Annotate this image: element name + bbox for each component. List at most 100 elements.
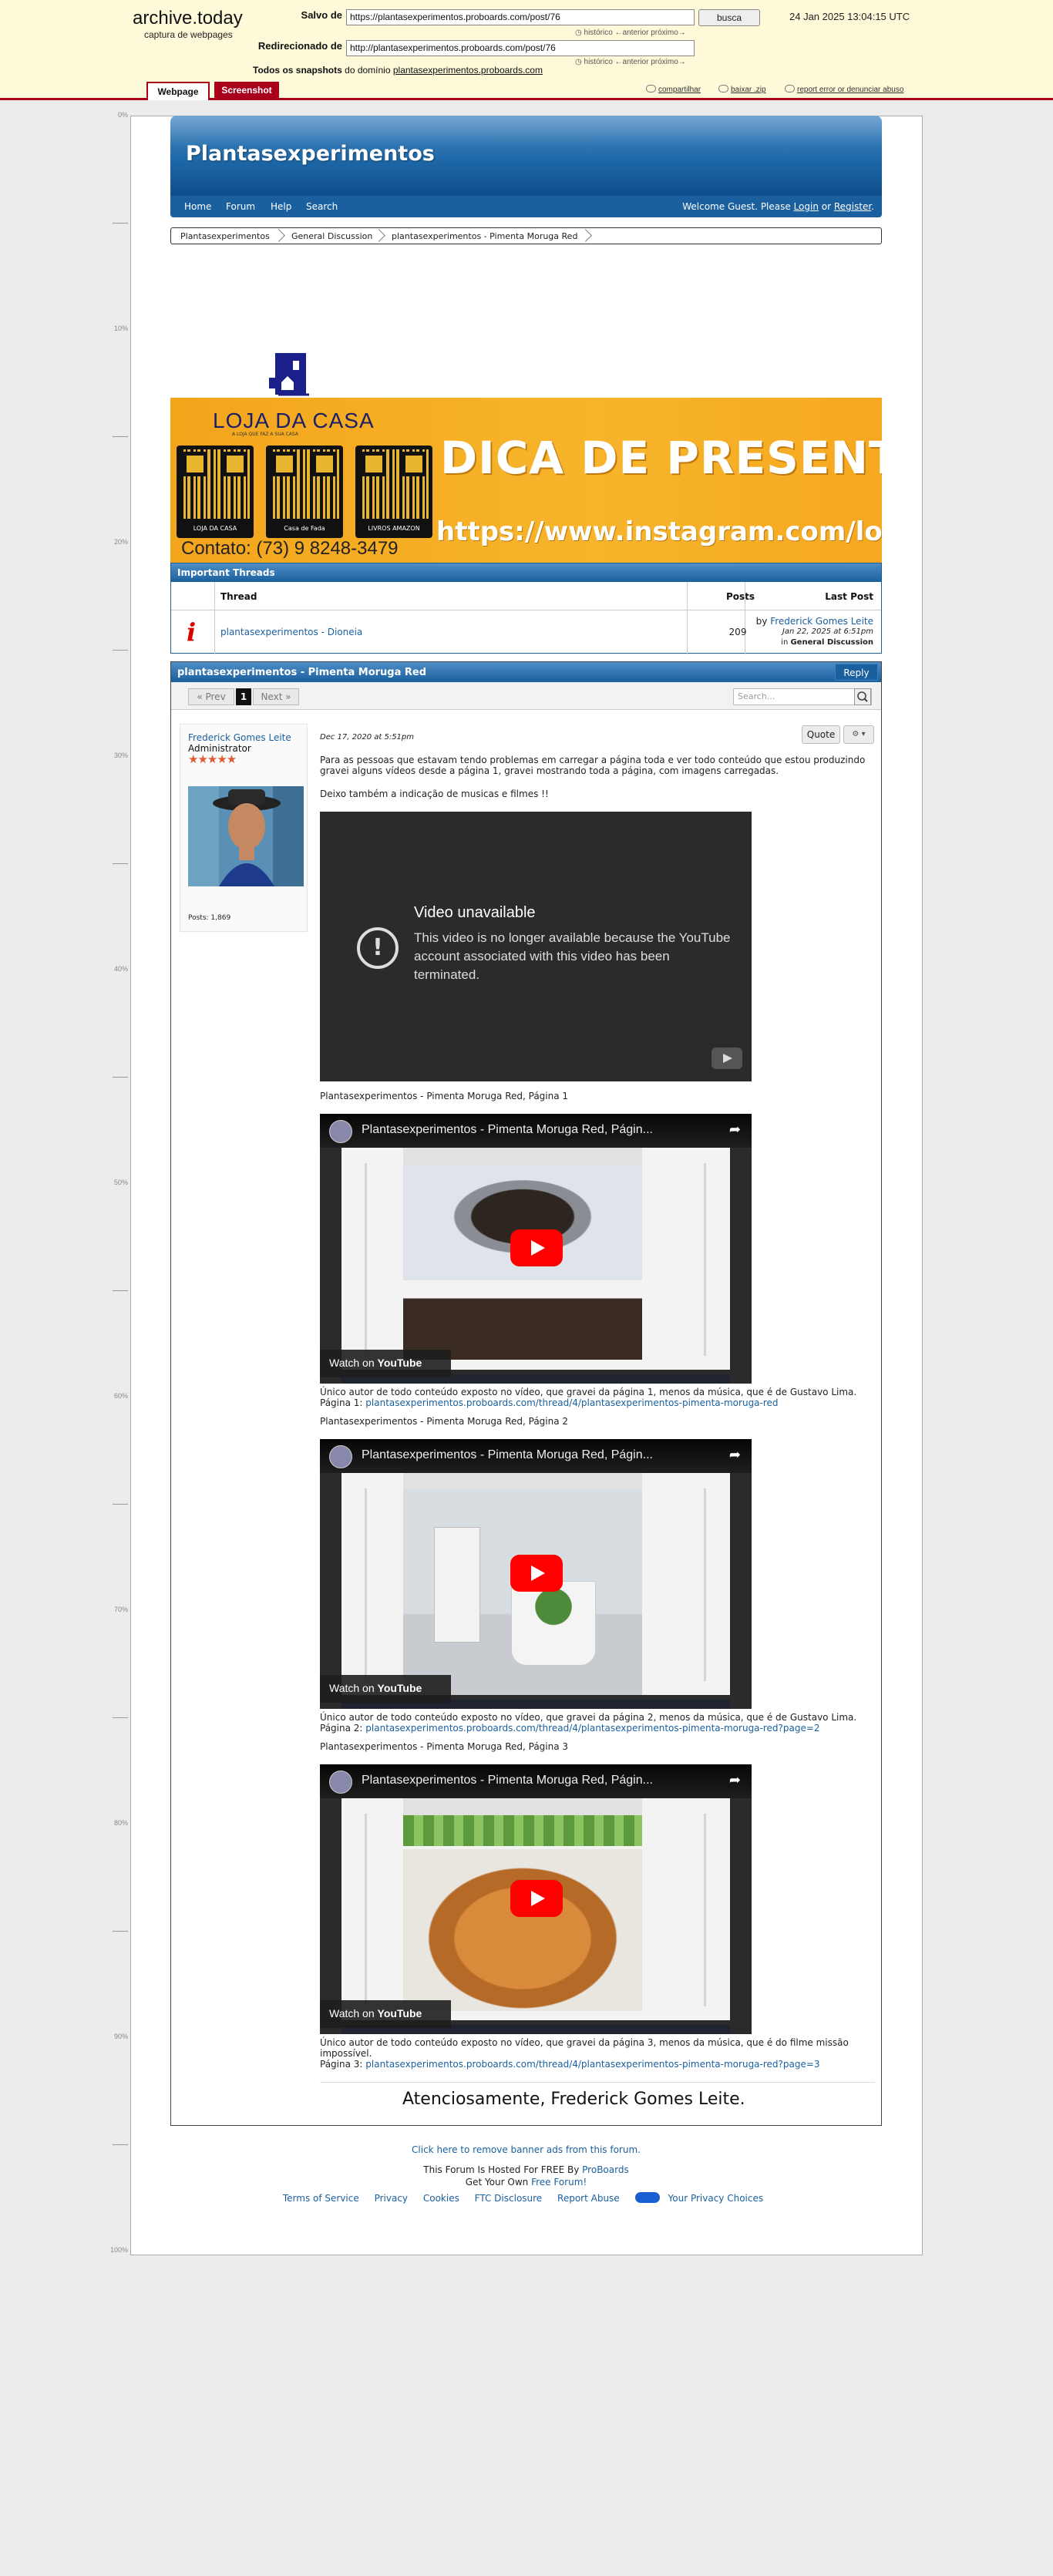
channel-avatar[interactable] (329, 1445, 352, 1468)
chevron-right-icon (373, 227, 384, 244)
ruler-tick (113, 222, 128, 224)
watch-on-youtube-button[interactable]: Watch on YouTube (320, 2000, 451, 2028)
youtube-embed[interactable]: Plantasexperimentos - Pimenta Moruga Red… (320, 1764, 752, 2034)
ruler-label: 50% (113, 1179, 128, 1186)
login-link[interactable]: Login (794, 201, 819, 212)
channel-avatar[interactable] (329, 1771, 352, 1794)
last-post-info: by Frederick Gomes Leite Jan 22, 2025 at… (755, 616, 873, 647)
video-heading: Plantasexperimentos - Pimenta Moruga Red… (320, 1741, 569, 1752)
ruler-label: 70% (113, 1606, 128, 1613)
archive-logo[interactable]: archive.today (133, 8, 243, 29)
snapshots-domain-link[interactable]: plantasexperimentos.proboards.com (393, 65, 543, 76)
nav-home[interactable]: Home (184, 201, 211, 212)
report-icon (785, 85, 795, 92)
share-icon[interactable]: ➦ (729, 1447, 741, 1463)
page-link[interactable]: plantasexperimentos.proboards.com/thread… (365, 1723, 819, 1734)
history-nav-1[interactable]: ◷ histórico ←anterior próximo→ (575, 29, 686, 37)
youtube-embed-unavailable[interactable]: ! Video unavailable This video is no lon… (320, 812, 752, 1081)
page-1-button[interactable]: 1 (236, 688, 251, 705)
pager-bar: « Prev 1 Next » Search... (171, 682, 881, 710)
report-abuse-footer-link[interactable]: Report Abuse (557, 2193, 620, 2204)
ruler-label: 90% (113, 2033, 128, 2040)
col-posts: Posts (726, 591, 755, 602)
share-icon[interactable]: ➦ (729, 1122, 741, 1138)
own-forum-line: Get Your Own Free Forum! (465, 2177, 587, 2188)
video-title[interactable]: Plantasexperimentos - Pimenta Moruga Red… (362, 1774, 653, 1787)
last-post-board-link[interactable]: General Discussion (790, 638, 873, 647)
download-zip-link[interactable]: baixar .zip (718, 85, 766, 94)
video-title[interactable]: Plantasexperimentos - Pimenta Moruga Red… (362, 1123, 653, 1137)
watch-on-youtube-button[interactable]: Watch on YouTube (320, 1350, 451, 1377)
nav-forum[interactable]: Forum (226, 201, 255, 212)
post-options-button[interactable]: ⚙ ▾ (843, 725, 874, 744)
nav-search[interactable]: Search (306, 201, 338, 212)
play-button[interactable] (510, 1880, 563, 1917)
forum-title[interactable]: Plantasexperimentos (186, 142, 435, 166)
ruler-tick (113, 1503, 128, 1505)
page-link[interactable]: plantasexperimentos.proboards.com/thread… (365, 1397, 778, 1408)
banner-ad[interactable]: LOJA DA CASA A LOJA QUE FAZ A SUA CASA L… (170, 351, 882, 563)
ruler-label: 0% (117, 111, 128, 119)
clock-icon: ◷ (575, 58, 584, 66)
watch-on-youtube-button[interactable]: Watch on YouTube (320, 1675, 451, 1703)
tab-webpage[interactable]: Webpage (146, 82, 210, 100)
cookies-link[interactable]: Cookies (423, 2193, 459, 2204)
register-link[interactable]: Register (834, 201, 871, 212)
privacy-choices-link[interactable]: Your Privacy Choices (634, 2192, 770, 2204)
ruler-tick (113, 1076, 128, 1078)
welcome-text: Welcome Guest. Please Login or Register. (682, 201, 874, 212)
saved-url-field[interactable]: https://plantasexperimentos.proboards.co… (346, 9, 695, 25)
proboards-link[interactable]: ProBoards (582, 2164, 629, 2175)
ftc-disclosure-link[interactable]: FTC Disclosure (475, 2193, 543, 2204)
remove-ads-link[interactable]: Click here to remove banner ads from thi… (412, 2144, 641, 2155)
youtube-icon: YouTube (377, 2007, 422, 2019)
prev-page-button[interactable]: « Prev (188, 688, 234, 705)
privacy-choices-icon (634, 2192, 660, 2203)
video-caption: Único autor de todo conteúdo exposto no … (320, 1387, 857, 1408)
nav-help[interactable]: Help (271, 201, 291, 212)
qr-code: LOJA DA CASA (177, 446, 254, 538)
play-button[interactable] (510, 1229, 563, 1266)
breadcrumb-board[interactable]: General Discussion (291, 231, 372, 241)
cloud-download-icon (718, 85, 728, 92)
redirect-url-field[interactable]: http://plantasexperimentos.proboards.com… (346, 40, 695, 56)
breadcrumb-thread[interactable]: plantasexperimentos - Pimenta Moruga Red (392, 231, 577, 241)
important-thread-link[interactable]: plantasexperimentos - Dioneia (220, 627, 362, 637)
tab-screenshot[interactable]: Screenshot (214, 82, 279, 100)
youtube-icon: YouTube (377, 1357, 422, 1369)
play-button[interactable] (510, 1555, 563, 1592)
important-threads-panel: Important Threads Thread Posts Last Post… (170, 563, 882, 654)
share-link[interactable]: compartilhar (646, 85, 701, 94)
remove-ads-line: Click here to remove banner ads from thi… (170, 2144, 882, 2155)
last-post-author-link[interactable]: Frederick Gomes Leite (770, 616, 873, 627)
archive-toolbar: archive.today captura de webpages Salvo … (0, 0, 1053, 100)
author-post-count: Posts: 1,869 (188, 914, 231, 922)
youtube-embed[interactable]: Plantasexperimentos - Pimenta Moruga Red… (320, 1439, 752, 1709)
thread-search-input[interactable]: Search... (733, 688, 872, 705)
avatar[interactable] (188, 786, 304, 886)
video-title[interactable]: Plantasexperimentos - Pimenta Moruga Red… (362, 1448, 653, 1462)
youtube-embed[interactable]: Plantasexperimentos - Pimenta Moruga Red… (320, 1114, 752, 1384)
share-icon[interactable]: ➦ (729, 1772, 741, 1788)
quote-button[interactable]: Quote (802, 725, 840, 744)
important-threads-header: Important Threads (171, 563, 881, 582)
free-forum-link[interactable]: Free Forum! (531, 2177, 587, 2188)
terms-link[interactable]: Terms of Service (283, 2193, 359, 2204)
privacy-link[interactable]: Privacy (375, 2193, 408, 2204)
search-icon[interactable] (854, 688, 871, 705)
search-button[interactable]: busca (698, 9, 760, 26)
history-nav-2[interactable]: ◷ histórico ←anterior próximo→ (575, 58, 686, 66)
channel-avatar[interactable] (329, 1120, 352, 1143)
next-page-button[interactable]: Next » (253, 688, 299, 705)
ruler-tick (113, 1930, 128, 1932)
report-abuse-link[interactable]: report error or denunciar abuso (785, 85, 903, 94)
youtube-icon[interactable] (712, 1048, 742, 1069)
reply-button[interactable]: Reply (835, 664, 878, 681)
breadcrumb-forum[interactable]: Plantasexperimentos (180, 231, 270, 241)
col-last-post: Last Post (825, 591, 873, 602)
ruler-tick (113, 2144, 128, 2145)
page-link[interactable]: plantasexperimentos.proboards.com/thread… (365, 2059, 819, 2070)
video-unavailable-title: Video unavailable (414, 904, 536, 921)
video-heading: Plantasexperimentos - Pimenta Moruga Red… (320, 1091, 569, 1101)
author-name-link[interactable]: Frederick Gomes Leite (188, 732, 291, 743)
